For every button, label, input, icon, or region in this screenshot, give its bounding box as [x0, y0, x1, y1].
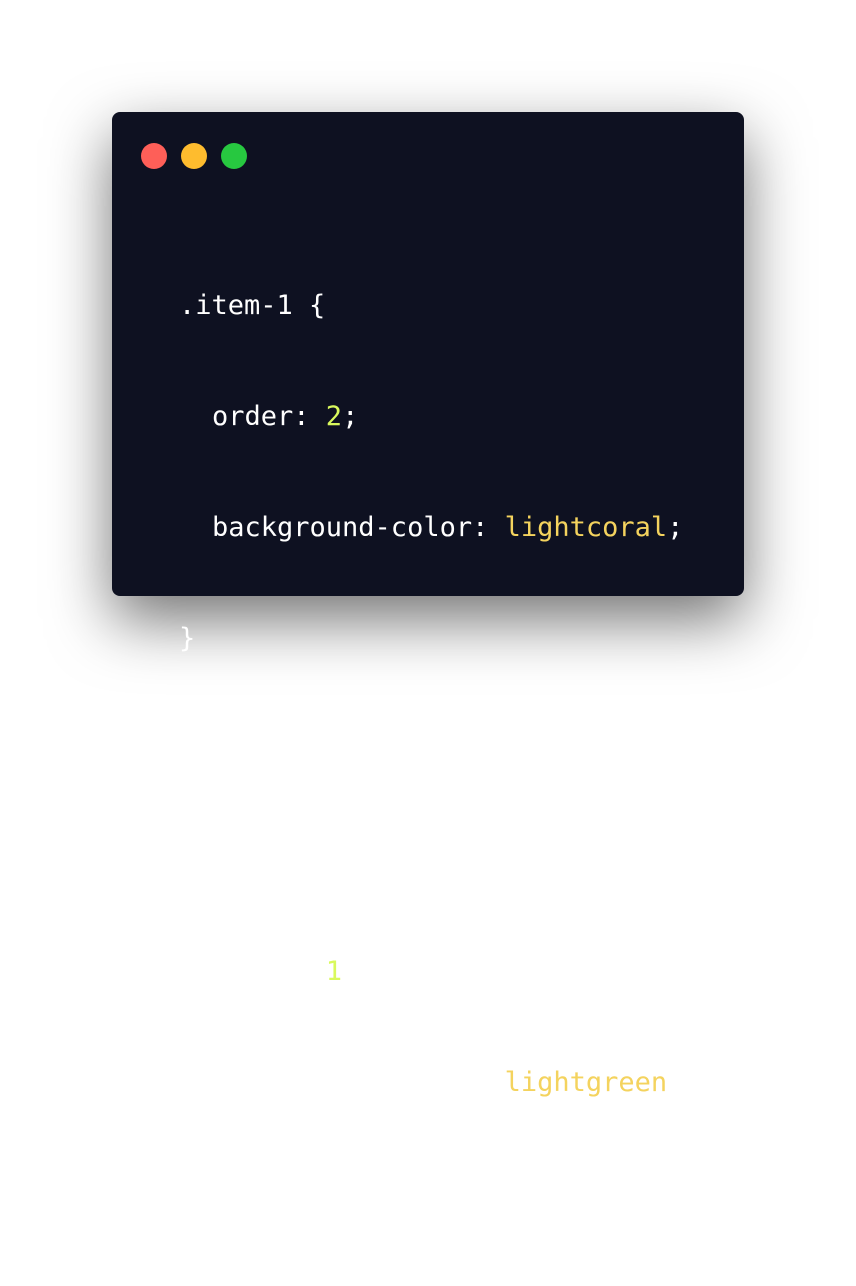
property-name: order: — [212, 401, 326, 432]
code-line-close-2: } — [179, 1175, 683, 1212]
code-block: .item-1 { order: 2; background-color: li… — [179, 213, 683, 1286]
keyword-value: lightcoral — [504, 512, 668, 543]
semicolon: ; — [667, 1067, 684, 1098]
code-line-selector-1: .item-1 { — [179, 287, 683, 324]
selector-text: .item-1 { — [179, 290, 326, 321]
property-name: background-color: — [212, 1067, 505, 1098]
code-line-close-1: } — [179, 620, 683, 657]
zoom-dot-icon[interactable] — [221, 143, 247, 169]
closing-brace: } — [179, 623, 196, 654]
code-window: .item-1 { order: 2; background-color: li… — [112, 112, 744, 1209]
code-line-bg-1: background-color: lightcoral; — [179, 509, 683, 546]
minimize-dot-icon[interactable] — [181, 143, 207, 169]
close-dot-icon[interactable] — [141, 143, 167, 169]
code-line-selector-2: .item-2{ — [179, 842, 683, 879]
closing-brace: } — [179, 1178, 196, 1209]
number-value: 1 — [325, 956, 343, 987]
code-line-bg-2: background-color: lightgreen; — [179, 1064, 683, 1101]
keyword-value: lightgreen — [504, 1067, 668, 1098]
property-name: background-color: — [212, 512, 505, 543]
code-line-order-2: order: 1; — [179, 953, 683, 990]
property-name: order: — [212, 956, 326, 987]
code-line-order-1: order: 2; — [179, 398, 683, 435]
number-value: 2 — [325, 401, 343, 432]
selector-text: .item-2{ — [179, 845, 310, 876]
semicolon: ; — [342, 956, 359, 987]
semicolon: ; — [667, 512, 684, 543]
semicolon: ; — [342, 401, 359, 432]
